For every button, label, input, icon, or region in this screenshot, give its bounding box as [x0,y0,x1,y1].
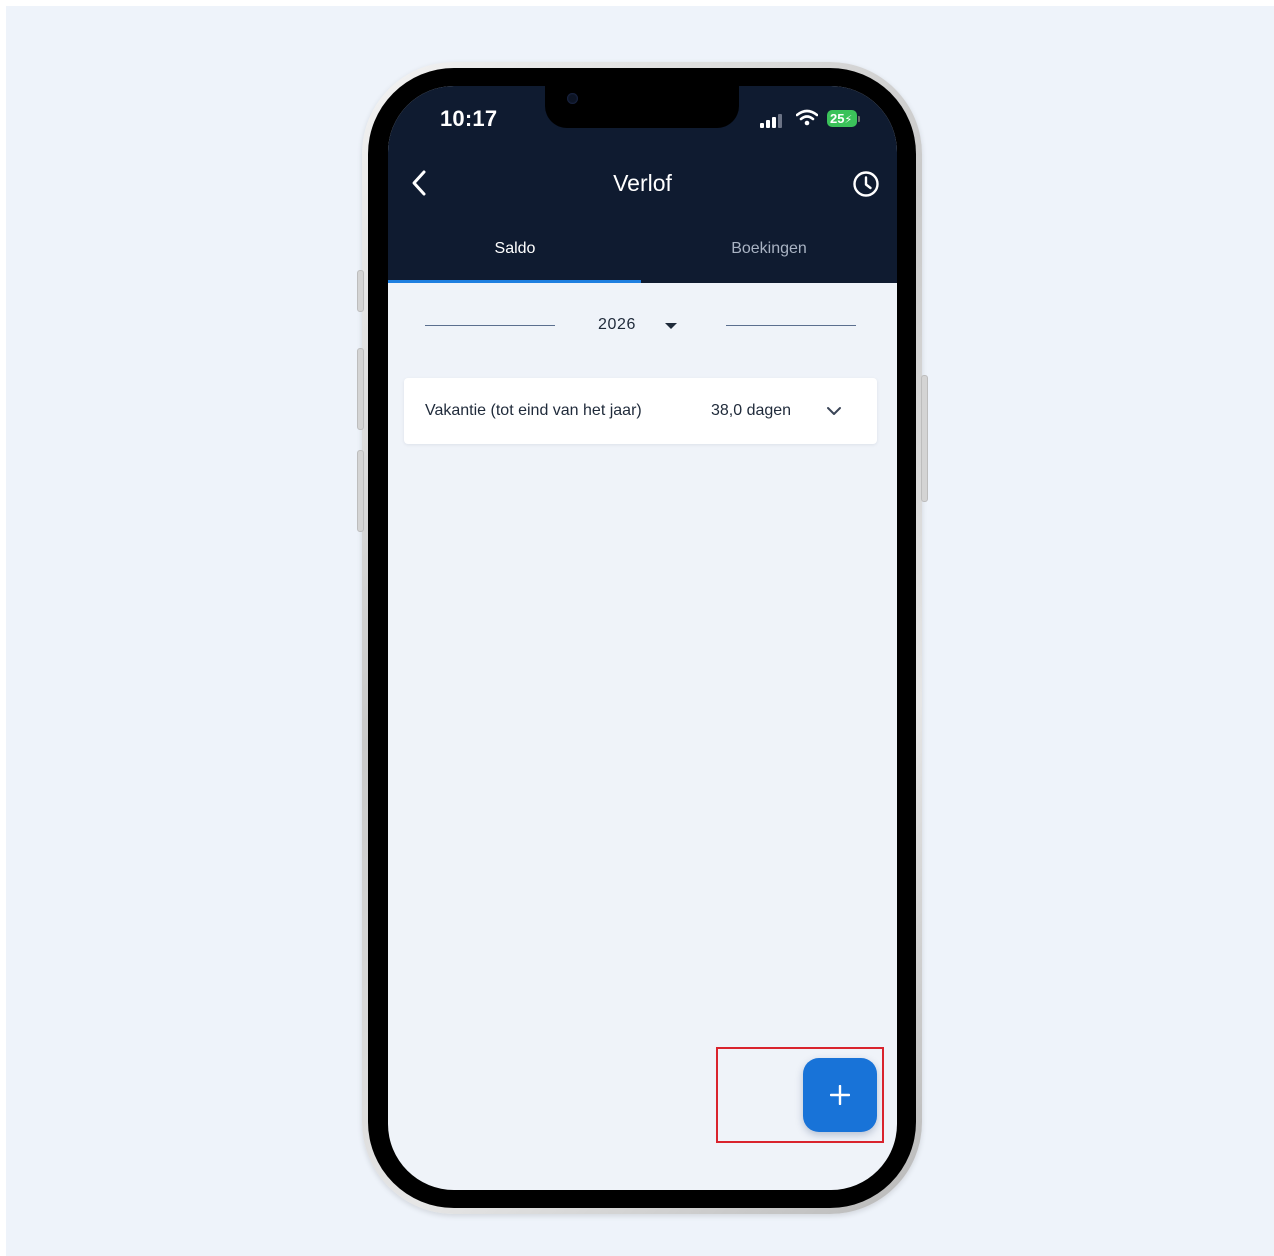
battery-cap [858,116,860,122]
mute-switch [357,270,364,312]
divider-right [726,325,856,326]
divider-left [425,325,555,326]
clock-icon[interactable] [852,170,880,198]
tab-indicator [388,280,641,283]
wifi-icon [796,109,818,126]
battery-level: 25 [830,111,845,126]
balance-value: 38,0 dagen [711,402,792,419]
tab-saldo[interactable]: Saldo [388,240,642,258]
chevron-down-icon[interactable] [826,405,842,417]
charging-icon: ⚡ [844,114,853,126]
front-camera [567,93,578,104]
app-screen: 10:17 25⚡ Verlof Saldo Boekingen 2026 Va… [388,86,897,1190]
add-leave-button[interactable] [803,1058,877,1132]
page-title: Verlof [613,170,672,196]
year-dropdown[interactable]: 2026 [590,314,690,338]
plus-icon [830,1085,850,1105]
power-button [921,375,928,502]
caret-down-icon [665,323,677,329]
volume-down-button [357,450,364,532]
signal-icon [760,112,786,128]
tab-boekingen[interactable]: Boekingen [642,240,896,258]
volume-up-button [357,348,364,430]
status-time: 10:17 [440,106,498,131]
balance-row-vakantie[interactable]: Vakantie (tot eind van het jaar) 38,0 da… [404,378,877,444]
year-value: 2026 [598,316,636,333]
balance-label: Vakantie (tot eind van het jaar) [425,402,642,419]
battery-icon: 25⚡ [827,110,857,127]
